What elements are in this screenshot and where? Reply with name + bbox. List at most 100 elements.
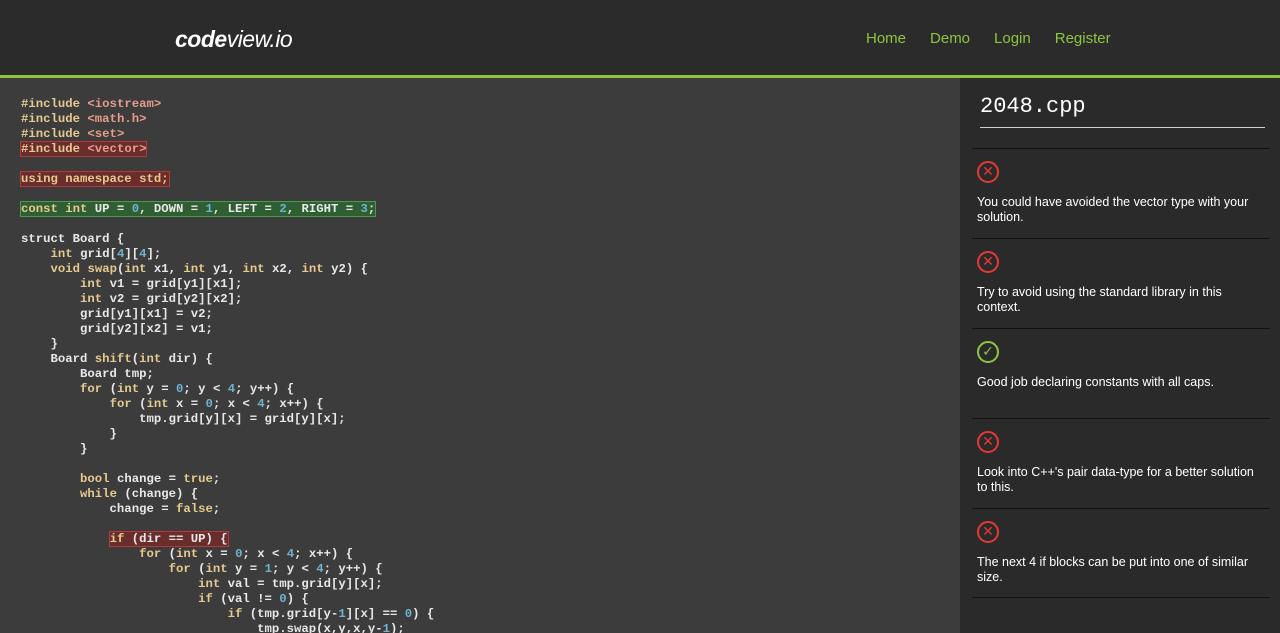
code-token: }: [21, 427, 117, 441]
code-token: int: [301, 262, 332, 276]
code-token: int: [116, 382, 147, 396]
code-token: 4: [139, 247, 147, 261]
code-token: tmp.grid[y][x] = grid[y][x];: [21, 412, 346, 426]
code-line: using namespace std;: [20, 171, 434, 187]
code-issue-highlight[interactable]: if (dir == UP) {: [108, 531, 229, 547]
code-token: 1: [338, 607, 346, 621]
code-line: if (val != 0) {: [21, 592, 434, 607]
code-viewer[interactable]: #include <iostream> #include <math.h> #inc…: [0, 78, 960, 633]
code-token: ) {: [286, 592, 309, 606]
review-comment[interactable]: ✕ Try to avoid using the standard library…: [972, 238, 1270, 328]
main-nav: Home Demo Login Register: [866, 30, 1135, 47]
code-token: int: [242, 262, 273, 276]
review-comment[interactable]: ✕ You could have avoided the vector type …: [972, 148, 1270, 238]
nav-demo-link[interactable]: Demo: [930, 30, 970, 47]
code-token: int: [198, 577, 228, 591]
code-line: int v1 = grid[y1][x1];: [21, 277, 434, 292]
code-token: 4: [316, 562, 324, 576]
nav-register-link[interactable]: Register: [1055, 30, 1111, 47]
code-token: grid[y2][x2] = v1;: [21, 322, 213, 336]
code-line: if (dir == UP) {: [21, 531, 434, 547]
code-token: ;: [212, 502, 221, 516]
code-good-highlight[interactable]: const int UP = 0, DOWN = 1, LEFT = 2, RI…: [19, 201, 377, 217]
code-token: if: [198, 592, 221, 606]
code-token: val = tmp.grid[y][x];: [227, 577, 383, 591]
review-comment-text: The next 4 if blocks can be put into one…: [977, 555, 1248, 584]
code-token: #include: [21, 112, 88, 126]
code-line: Board tmp;: [21, 367, 434, 382]
review-comment-text: Good job declaring constants with all ca…: [977, 375, 1214, 389]
code-line: grid[y2][x2] = v1;: [21, 322, 434, 337]
nav-login-link[interactable]: Login: [994, 30, 1031, 47]
code-token: (val !=: [220, 592, 280, 606]
code-token: 3: [360, 202, 368, 216]
code-token: for: [80, 382, 110, 396]
review-comment[interactable]: ✓ Good job declaring constants with all c…: [972, 328, 1270, 418]
code-line: grid[y1][x1] = v2;: [21, 307, 434, 322]
code-token: x1,: [153, 262, 184, 276]
review-comment[interactable]: ✕ The next 4 if blocks can be put into on…: [972, 508, 1270, 598]
code-token: ; x <: [242, 547, 287, 561]
code-token: 1: [264, 562, 272, 576]
code-token: y1,: [212, 262, 243, 276]
code-line: if (tmp.grid[y-1][x] == 0) {: [21, 607, 435, 622]
code-token: ; x <: [212, 397, 258, 411]
code-line: for (int x = 0; x < 4; x++) {: [21, 547, 434, 562]
code-line: struct Board {: [21, 232, 434, 247]
code-token: x =: [205, 547, 236, 561]
code-token: y =: [235, 562, 265, 576]
code-token: #include: [21, 127, 88, 141]
code-token: <vector>: [87, 142, 147, 156]
code-token: void: [50, 262, 88, 276]
code-issue-highlight[interactable]: using namespace std;: [20, 171, 170, 187]
code-token: y2) {: [331, 262, 368, 276]
top-header: codeview.io Home Demo Login Register: [0, 0, 1280, 78]
code-token: int: [146, 397, 177, 411]
code-token: change =: [116, 472, 184, 486]
code-token: (: [131, 352, 140, 366]
brand-logo-part1: code: [175, 26, 227, 52]
code-line: int v2 = grid[y2][x2];: [21, 292, 434, 307]
code-token: x =: [176, 397, 206, 411]
code-token: true: [183, 472, 213, 486]
nav-home-link[interactable]: Home: [866, 30, 906, 47]
code-token: while: [80, 487, 125, 501]
review-comment-text: Try to avoid using the standard library …: [977, 285, 1222, 314]
code-token: Board tmp;: [21, 367, 154, 381]
code-token: grid[y1][x1] = v2;: [21, 307, 213, 321]
code-token: ; x++) {: [294, 547, 354, 561]
code-token: ; x++) {: [264, 397, 324, 411]
code-token: #include: [21, 142, 88, 156]
code-token: #include: [21, 97, 88, 111]
code-token: UP =: [94, 202, 132, 216]
code-token: using namespace std;: [21, 172, 169, 186]
code-issue-highlight[interactable]: #include <vector>: [19, 141, 148, 157]
code-token: , LEFT =: [212, 202, 280, 216]
review-comment[interactable]: ✕ Look into C++'s pair data-type for a be…: [972, 418, 1270, 508]
code-token: for: [109, 397, 140, 411]
code-token: if: [227, 607, 250, 621]
code-token: <set>: [87, 127, 125, 141]
code-token: int: [80, 292, 110, 306]
x-circle-icon: ✕: [977, 431, 999, 453]
code-token: y =: [146, 382, 177, 396]
code-token: int: [205, 562, 236, 576]
code-line: int grid[4][4];: [21, 247, 434, 262]
code-token: int: [183, 262, 213, 276]
code-token: struct Board {: [21, 232, 125, 246]
code-token: 1: [205, 202, 213, 216]
brand-logo[interactable]: codeview.io: [175, 26, 293, 53]
code-line: for (int x = 0; x < 4; x++) {: [21, 397, 434, 412]
